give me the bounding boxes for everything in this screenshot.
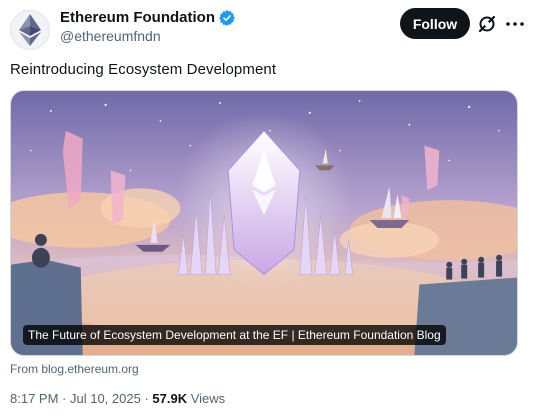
views-label: Views <box>187 391 226 406</box>
card-source[interactable]: From blog.ethereum.org <box>10 362 139 376</box>
author-name-row: Ethereum Foundation <box>60 9 235 27</box>
meta-separator-2: · <box>140 391 153 406</box>
tweet-text: Reintroducing Ecosystem Development <box>10 61 277 78</box>
ethereum-logo-icon <box>19 14 41 46</box>
link-card[interactable]: The Future of Ecosystem Development at t… <box>10 90 518 356</box>
avatar[interactable] <box>10 10 50 50</box>
tweet-time[interactable]: 8:17 PM <box>10 391 58 406</box>
views-count[interactable]: 57.9K <box>152 391 187 406</box>
card-image <box>11 91 517 355</box>
grok-icon[interactable] <box>476 13 498 35</box>
tweet-date[interactable]: Jul 10, 2025 <box>70 391 141 406</box>
verified-badge-icon[interactable] <box>219 10 235 26</box>
display-name[interactable]: Ethereum Foundation <box>60 9 215 27</box>
more-icon[interactable] <box>504 13 526 35</box>
card-title: The Future of Ecosystem Development at t… <box>23 325 446 345</box>
handle[interactable]: @ethereumfndn <box>60 28 161 44</box>
tweet-meta: 8:17 PM · Jul 10, 2025 · 57.9K Views <box>10 391 225 407</box>
meta-separator: · <box>58 391 70 406</box>
follow-button[interactable]: Follow <box>400 8 470 39</box>
